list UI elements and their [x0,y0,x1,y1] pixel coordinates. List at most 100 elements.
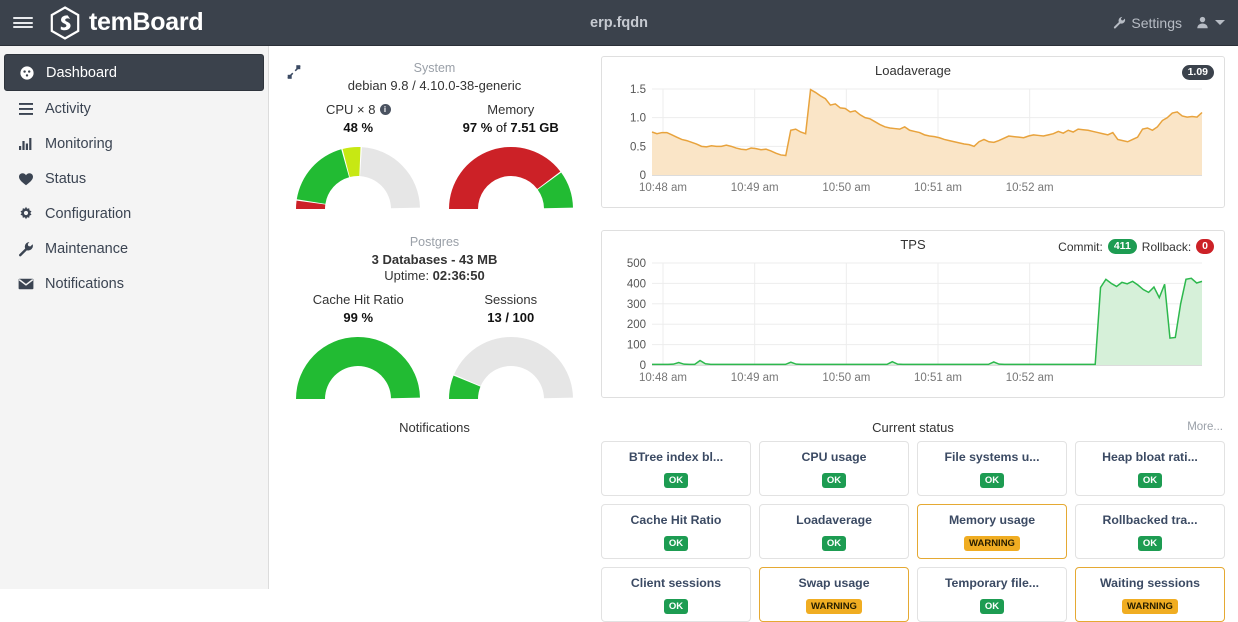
rollback-label: Rollback: [1141,239,1192,254]
current-status-title: Current status [872,420,954,435]
status-card[interactable]: Memory usage WARNING [917,504,1067,559]
sidebar-item-maintenance[interactable]: Maintenance [4,231,264,266]
svg-text:10:49 am: 10:49 am [731,372,779,384]
svg-text:200: 200 [627,319,646,331]
heart-icon [17,172,35,186]
svg-text:0.5: 0.5 [630,141,646,153]
main-content: System debian 9.8 / 4.10.0-38-generic CP… [269,46,1238,622]
svg-text:10:50 am: 10:50 am [822,182,870,194]
chevron-down-icon [1215,20,1225,25]
status-card-title: BTree index bl... [628,450,724,464]
status-badge: WARNING [964,536,1020,551]
top-navbar: temBoard erp.fqdn Settings [0,0,1238,46]
status-card[interactable]: Client sessions OK [601,567,751,622]
sidebar-item-dashboard[interactable]: Dashboard [4,54,264,91]
status-card-title: Rollbacked tra... [1102,513,1198,527]
tps-badge-area: Commit: 411 Rollback: 0 [1058,239,1214,254]
svg-text:10:48 am: 10:48 am [639,182,687,194]
sidebar-item-configuration[interactable]: Configuration [4,196,264,231]
loadaverage-chart-title: Loadaverage [875,63,951,78]
info-icon[interactable]: i [379,104,391,115]
temboard-hexagon-icon [50,5,80,40]
svg-text:10:52 am: 10:52 am [1006,182,1054,194]
svg-text:0: 0 [640,170,646,182]
bottom-row: Notifications Current status More... BTr… [282,420,1225,622]
status-card[interactable]: Heap bloat rati... OK [1075,441,1225,496]
tps-chart-card[interactable]: TPS Commit: 411 Rollback: 0 0 100 200 300 40… [601,230,1225,398]
system-gauges: CPU × 8 i 48 % Memory 97 % of 7.51 GB [282,102,587,216]
svg-text:10:52 am: 10:52 am [1006,372,1054,384]
status-badge: OK [979,473,1005,488]
gauge-memory-title: Memory [487,102,535,117]
dashboard-gauge-icon [18,65,36,81]
wrench-icon [17,241,35,257]
gear-icon [17,206,35,222]
sidebar-item-label: Status [45,170,87,187]
system-caption: System [413,61,456,75]
hamburger-icon[interactable] [0,0,46,46]
wrench-icon [1114,16,1126,29]
status-card[interactable]: Swap usage WARNING [759,567,909,622]
status-card-title: Temporary file... [944,576,1040,590]
loadaverage-badge-area: 1.09 [1181,65,1214,80]
sidebar-item-status[interactable]: Status [4,161,264,196]
gauge-cache-arc [288,329,428,406]
current-status-panel: Current status More... BTree index bl...… [601,420,1225,622]
status-card[interactable]: Cache Hit Ratio OK [601,504,751,559]
status-card[interactable]: Temporary file... OK [917,567,1067,622]
commit-badge: 411 [1107,239,1137,254]
svg-text:10:51 am: 10:51 am [914,372,962,384]
gauge-cpu-arc [288,139,428,216]
gauge-sessions-arc [441,329,581,406]
rollback-badge: 0 [1196,239,1214,254]
status-badge: OK [663,473,689,488]
sidebar-item-activity[interactable]: Activity [4,91,264,126]
status-card[interactable]: CPU usage OK [759,441,909,496]
status-card[interactable]: Waiting sessions WARNING [1075,567,1225,622]
status-card-title: Memory usage [948,513,1036,527]
sidebar-item-notifications[interactable]: Notifications [4,266,264,301]
loadaverage-card-wrap: Loadaverage 1.09 0 0.5 1.0 1.5 10:48 am 10:49… [601,56,1225,216]
status-card-title: CPU usage [801,450,867,464]
gauge-memory: Memory 97 % of 7.51 GB [441,102,581,216]
system-detail: debian 9.8 / 4.10.0-38-generic [347,78,522,93]
brand-name: temBoard [89,8,204,36]
status-more-link[interactable]: More... [1187,421,1223,433]
status-card-title: Client sessions [630,576,722,590]
user-menu-button[interactable] [1196,16,1225,29]
loadaverage-current-badge: 1.09 [1181,65,1214,80]
status-card[interactable]: BTree index bl... OK [601,441,751,496]
loadaverage-plot: 0 0.5 1.0 1.5 10:48 am 10:49 am 10:50 am 10:51 … [610,81,1216,199]
current-status-header: Current status More... [601,420,1225,435]
sidebar-item-monitoring[interactable]: Monitoring [4,126,264,161]
status-badge: OK [663,599,689,614]
gauge-sessions-title: Sessions [484,292,538,307]
status-card[interactable]: Rollbacked tra... OK [1075,504,1225,559]
status-badge: OK [1137,536,1163,551]
top-row: System debian 9.8 / 4.10.0-38-generic CP… [282,56,1225,216]
status-card-title: Swap usage [798,576,870,590]
sidebar-item-label: Activity [45,100,91,117]
sidebar-item-label: Configuration [45,205,132,222]
status-card[interactable]: Loadaverage OK [759,504,909,559]
gauge-memory-arc [441,139,581,216]
status-card-title: Waiting sessions [1100,576,1200,590]
settings-button[interactable]: Settings [1113,15,1182,31]
system-info: System debian 9.8 / 4.10.0-38-generic CP… [282,56,587,216]
status-card[interactable]: File systems u... OK [917,441,1067,496]
system-panel: System debian 9.8 / 4.10.0-38-generic CP… [282,56,587,216]
sidebar-item-label: Maintenance [45,240,129,257]
gauge-sessions: Sessions 13 / 100 [441,292,581,406]
postgres-uptime: Uptime: 02:36:50 [384,268,485,283]
svg-text:400: 400 [627,278,646,290]
svg-text:100: 100 [627,340,646,352]
expand-arrows-icon[interactable] [286,64,302,85]
brand-logo[interactable]: temBoard [50,5,204,40]
navbar-actions: Settings [1113,15,1238,31]
notifications-title: Notifications [399,420,470,435]
svg-text:10:50 am: 10:50 am [822,372,870,384]
status-badge: OK [979,599,1005,614]
loadaverage-chart-card[interactable]: Loadaverage 1.09 0 0.5 1.0 1.5 10:48 am 10:49… [601,56,1225,208]
settings-label: Settings [1131,14,1182,31]
postgres-databases: 3 Databases - 43 MB [371,252,498,267]
